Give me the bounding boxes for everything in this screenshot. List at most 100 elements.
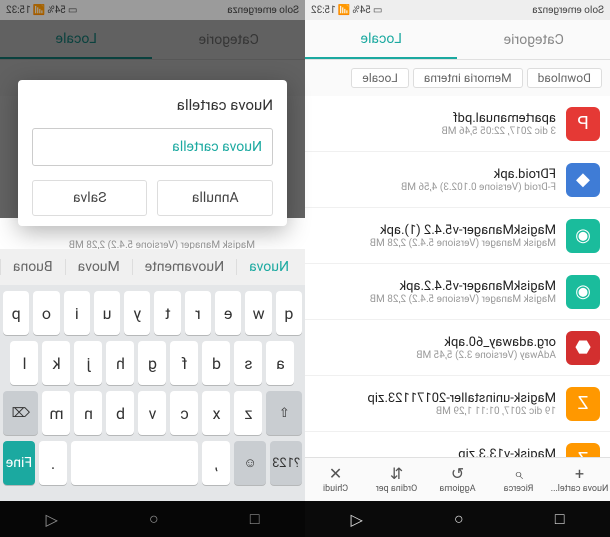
cancel-button[interactable]: Annulla xyxy=(158,180,274,216)
table-row[interactable]: Z Magisk-uninstaller-20171123.zip19 dic 2… xyxy=(305,376,610,432)
key[interactable]: v xyxy=(139,391,167,435)
file-name: MagiskManager-v5.4.2 (1).apk xyxy=(315,223,556,238)
file-name: FDroid.apk xyxy=(315,167,556,182)
symbols-key[interactable]: ?123 xyxy=(270,441,302,485)
folder-name-input[interactable] xyxy=(32,128,273,166)
key[interactable]: k xyxy=(43,341,71,385)
key[interactable]: m xyxy=(43,391,71,435)
file-name: Magisk-uninstaller-20171123.zip xyxy=(315,391,556,406)
file-type-icon: ◆ xyxy=(566,163,600,197)
key[interactable]: p xyxy=(3,291,29,335)
file-list: Papartemanual.pdf3 dic 2017, 22:05 5,46 … xyxy=(305,96,610,457)
key[interactable]: s xyxy=(235,341,263,385)
crumb-download[interactable]: Download xyxy=(527,68,602,88)
phone-file-list: Solo emergenza ▭54%📶15:32 Categorie Loca… xyxy=(305,0,610,537)
suggestion[interactable]: Nuova xyxy=(236,259,301,275)
file-details: Magisk Manager (Versione 5.4.2) 2,28 MB xyxy=(315,294,556,305)
android-nav: □ ○ ◁ xyxy=(305,501,610,537)
table-row[interactable]: ◉ MagiskManager-v5.4.2.apkMagisk Manager … xyxy=(305,264,610,320)
toolbar-icon: ⌕ xyxy=(514,466,523,482)
file-details: F-Droid (Versione 0.102.3) 4,56 MB xyxy=(315,182,556,193)
file-name: apartemanual.pdf xyxy=(315,111,556,126)
file-type-icon: ⬣ xyxy=(566,331,600,365)
crumb-local[interactable]: Locale xyxy=(351,68,408,88)
nav-recent-icon[interactable]: □ xyxy=(555,509,565,529)
keyboard: qwertyuiop asdfghjkl ⇧zxcvbnm⌫ ?123☺,.Fi… xyxy=(0,285,305,501)
breadcrumb: Download Memoria interna Locale xyxy=(305,60,610,96)
key[interactable]: z xyxy=(235,391,263,435)
key[interactable]: f xyxy=(171,341,199,385)
toolbar-icon: ↻ xyxy=(451,466,464,482)
new-folder-dialog: Nuova cartella Annulla Salva xyxy=(18,80,287,226)
period-key[interactable]: . xyxy=(39,441,67,485)
suggestion[interactable]: Muova xyxy=(65,259,132,275)
key[interactable]: j xyxy=(75,341,103,385)
crumb-internal[interactable]: Memoria interna xyxy=(413,68,523,88)
tab-local[interactable]: Locale xyxy=(305,20,458,59)
key[interactable]: g xyxy=(139,341,167,385)
nav-back-icon[interactable]: ◁ xyxy=(351,510,363,529)
suggestion[interactable]: Nuovamente xyxy=(132,259,236,275)
phone-dialog: Solo emergenza ▭54%📶15:32 Categorie Loca… xyxy=(0,0,305,537)
dialog-title: Nuova cartella xyxy=(32,96,273,114)
bottom-toolbar: + Nuova cartel... ⌕ Ricerca ↻ Aggiorna ⇅ Ordina… xyxy=(305,457,610,501)
status-bar: Solo emergenza ▭54%📶15:32 xyxy=(305,0,610,20)
shift-key[interactable]: ⇧ xyxy=(267,391,303,435)
keyboard-suggestions: NuovaNuovamenteMuovaBuona xyxy=(0,249,305,285)
key[interactable]: q xyxy=(276,291,302,335)
done-key[interactable]: Fine xyxy=(3,441,35,485)
toolbar-icon: ✕ xyxy=(329,466,342,482)
key[interactable]: i xyxy=(64,291,90,335)
toolbar-button[interactable]: ✕Chiudi xyxy=(305,458,366,501)
backspace-key[interactable]: ⌫ xyxy=(3,391,39,435)
key[interactable]: b xyxy=(107,391,135,435)
key[interactable]: h xyxy=(107,341,135,385)
key[interactable]: y xyxy=(124,291,150,335)
file-type-icon: Z xyxy=(566,443,600,458)
file-type-icon: ◉ xyxy=(566,275,600,309)
key[interactable]: w xyxy=(245,291,271,335)
key[interactable]: n xyxy=(75,391,103,435)
table-row[interactable]: ◆ FDroid.apkF-Droid (Versione 0.102.3) 4,… xyxy=(305,152,610,208)
key[interactable]: c xyxy=(171,391,199,435)
comma-key[interactable]: , xyxy=(202,441,230,485)
table-row[interactable]: Papartemanual.pdf3 dic 2017, 22:05 5,46 … xyxy=(305,96,610,152)
table-row[interactable]: ◉MagiskManager-v5.4.2 (1).apkMagisk Mana… xyxy=(305,208,610,264)
key[interactable]: e xyxy=(215,291,241,335)
key[interactable]: t xyxy=(155,291,181,335)
key[interactable]: r xyxy=(185,291,211,335)
file-name: MagiskManager-v5.4.2.apk xyxy=(315,279,556,294)
tabs: Categorie Locale xyxy=(305,20,610,60)
toolbar-icon: + xyxy=(575,466,584,482)
key[interactable]: d xyxy=(203,341,231,385)
nav-home-icon[interactable]: ○ xyxy=(454,509,464,529)
key[interactable]: l xyxy=(11,341,39,385)
file-details: 3 dic 2017, 22:05 5,46 MB xyxy=(315,126,556,137)
file-type-icon: Z xyxy=(566,387,600,421)
toolbar-icon: ⇅ xyxy=(390,466,403,482)
toolbar-button[interactable]: ⇅ Ordina per xyxy=(366,458,427,501)
key[interactable]: u xyxy=(94,291,120,335)
key[interactable]: a xyxy=(267,341,295,385)
space-key[interactable] xyxy=(71,441,198,485)
file-type-icon: P xyxy=(566,107,600,141)
table-row[interactable]: ZMagisk-v13.3.zip19 dic 2017, 01:12 5,04… xyxy=(305,432,610,457)
key[interactable]: x xyxy=(203,391,231,435)
file-name: org.adaway_60.apk xyxy=(315,335,556,350)
suggestion[interactable]: Buona xyxy=(0,259,65,275)
file-name: Magisk-v13.3.zip xyxy=(315,447,556,458)
key[interactable]: o xyxy=(33,291,59,335)
toolbar-button[interactable]: ↻ Aggiorna xyxy=(427,458,488,501)
emoji-key[interactable]: ☺ xyxy=(234,441,266,485)
file-type-icon: ◉ xyxy=(566,219,600,253)
tab-categories[interactable]: Categorie xyxy=(458,20,610,59)
toolbar-label: Nuova cartel... xyxy=(551,484,609,494)
table-row[interactable]: ⬣org.adaway_60.apkAdAway (Versione 3.2) … xyxy=(305,320,610,376)
toolbar-label: Ricerca xyxy=(504,484,534,494)
file-details: 19 dic 2017, 01:11 1,29 MB xyxy=(315,406,556,417)
toolbar-button[interactable]: + Nuova cartel... xyxy=(549,458,610,501)
toolbar-button[interactable]: ⌕ Ricerca xyxy=(488,458,549,501)
save-button[interactable]: Salva xyxy=(32,180,148,216)
toolbar-label: Aggiorna xyxy=(439,484,475,494)
toolbar-label: Ordina per xyxy=(376,484,417,494)
